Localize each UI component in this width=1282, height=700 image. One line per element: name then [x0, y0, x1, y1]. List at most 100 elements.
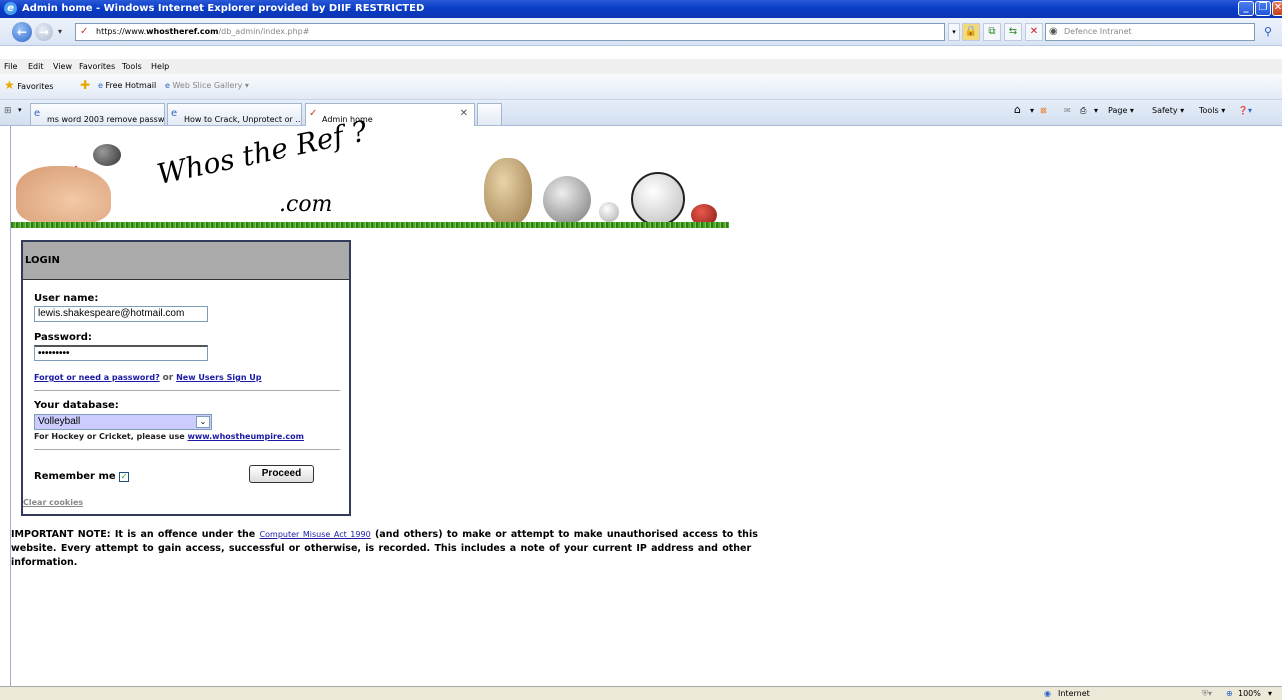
hand-image [16, 166, 111, 224]
whistle-image [93, 144, 121, 166]
window-title-bar: e Admin home - Windows Internet Explorer… [0, 0, 1282, 18]
whostheumpire-link[interactable]: www.whostheumpire.com [187, 432, 303, 441]
password-label: Password: [34, 332, 92, 343]
football-image [631, 172, 685, 226]
remember-me-checkbox[interactable]: ✓ [119, 472, 129, 482]
site-logo-domain: .com [279, 192, 333, 217]
site-logo-text: Whos the Ref ? [154, 114, 370, 191]
back-button[interactable]: ← [12, 22, 32, 42]
favorites-star-icon: ★ [4, 78, 15, 92]
url-host: whostheref.com [146, 27, 219, 36]
lock-icon[interactable]: 🔒 [962, 23, 980, 41]
menu-file[interactable]: File [4, 59, 17, 74]
compatibility-icon[interactable]: ⧉ [983, 23, 1001, 41]
forward-button[interactable]: → [35, 23, 53, 41]
tab-how-to-crack[interactable]: e How to Crack, Unprotect or ... [167, 103, 302, 125]
address-bar[interactable]: ✓ https://www.whostheref.com/db_admin/in… [75, 23, 945, 41]
fav-item-label: Free Hotmail [105, 81, 157, 90]
password-field[interactable]: ••••••••• [34, 345, 208, 361]
address-toolbar: ← → ▾ ✓ https://www.whostheref.com/db_ad… [0, 18, 1282, 46]
close-tab-icon[interactable]: ✕ [460, 104, 468, 124]
fav-item-web-slice[interactable]: e Web Slice Gallery ▾ [165, 81, 249, 90]
recent-pages-dropdown[interactable]: ▾ [58, 27, 62, 36]
safety-menu-button[interactable]: Safety ▾ [1152, 106, 1184, 115]
address-dropdown-icon[interactable]: ▾ [948, 23, 960, 41]
tab-label: ms word 2003 remove passw... [47, 115, 165, 124]
menu-help[interactable]: Help [151, 59, 169, 74]
proceed-button[interactable]: Proceed [249, 465, 314, 483]
menu-edit[interactable]: Edit [28, 59, 44, 74]
computer-misuse-act-link[interactable]: Computer Misuse Act 1990 [260, 530, 371, 539]
ie-logo-icon: e [4, 2, 17, 15]
search-input[interactable]: ◉ Defence Intranet [1045, 23, 1255, 41]
hockey-note: For Hockey or Cricket, please use www.wh… [34, 432, 304, 441]
quick-tabs-icon[interactable]: ⊞ [4, 106, 12, 116]
protected-mode-icon[interactable]: ⛨▾ [1202, 687, 1212, 700]
forgot-password-link[interactable]: Forgot or need a password? [34, 373, 160, 382]
tools-menu-button[interactable]: Tools ▾ [1199, 106, 1225, 115]
status-bar: ◉ Internet ⛨▾ ⊕ 100% ▾ [0, 686, 1282, 700]
database-label: Your database: [34, 400, 119, 411]
site-banner: Whos the Ref ? .com [11, 114, 729, 230]
tab-list-dropdown[interactable]: ▾ [18, 106, 22, 114]
divider [34, 449, 340, 450]
signup-link[interactable]: New Users Sign Up [176, 373, 261, 382]
username-label: User name: [34, 293, 99, 304]
page-content: Whos the Ref ? .com LOGIN User name: lew… [10, 114, 1282, 686]
favorites-bar: ★ Favorites ✚ e Free Hotmail e Web Slice… [0, 74, 1282, 100]
feeds-icon[interactable]: ⊠ [1040, 106, 1047, 115]
hockey-ball-image [599, 202, 619, 222]
window-title: Admin home - Windows Internet Explorer p… [22, 3, 425, 14]
menu-tools[interactable]: Tools [122, 59, 142, 74]
note-prefix: IMPORTANT NOTE: It is an offence under t… [11, 529, 256, 540]
zone-label: Internet [1058, 689, 1090, 698]
login-header: LOGIN [23, 242, 349, 280]
rugby-ball-image [484, 158, 532, 226]
stop-icon[interactable]: ✕ [1025, 23, 1043, 41]
home-icon[interactable]: ⌂ [1014, 103, 1021, 116]
url-protocol: https://www. [96, 27, 147, 36]
print-icon[interactable]: ⎙ [1080, 106, 1086, 116]
menu-favorites[interactable]: Favorites [79, 59, 115, 74]
page-menu-button[interactable]: Page ▾ [1108, 106, 1134, 115]
ie-page-icon: e [165, 81, 170, 90]
netball-image [543, 176, 591, 224]
url-path: /db_admin/index.php# [218, 27, 310, 36]
favorites-label: Favorites [17, 82, 54, 91]
ie-page-icon: e [98, 81, 103, 90]
zoom-dropdown[interactable]: ▾ [1268, 687, 1272, 700]
zoom-level[interactable]: 100% [1238, 687, 1261, 700]
database-select[interactable]: Volleyball ⌄ [34, 414, 212, 430]
username-field[interactable]: lewis.shakespeare@hotmail.com [34, 306, 208, 322]
grass-strip [11, 222, 729, 228]
close-button[interactable]: ✕ [1272, 1, 1282, 16]
site-favicon: ✓ [309, 108, 318, 119]
help-icon[interactable]: ❓▾ [1238, 106, 1252, 115]
new-tab-button[interactable] [477, 103, 502, 125]
minimize-button[interactable]: _ [1238, 1, 1254, 16]
refresh-icon[interactable]: ⇆ [1004, 23, 1022, 41]
print-dropdown[interactable]: ▾ [1094, 106, 1098, 115]
clear-cookies-link[interactable]: Clear cookies [23, 498, 83, 507]
search-placeholder: Defence Intranet [1064, 27, 1132, 36]
fav-item-label: Web Slice Gallery ▾ [172, 81, 249, 90]
important-note: IMPORTANT NOTE: It is an offence under t… [11, 528, 801, 570]
tab-ms-word[interactable]: e ms word 2003 remove passw... [30, 103, 165, 125]
home-dropdown[interactable]: ▾ [1030, 106, 1034, 115]
zoom-icon[interactable]: ⊕ [1226, 687, 1233, 700]
add-favorite-icon[interactable]: ✚ [80, 78, 90, 92]
search-icon[interactable]: ⚲ [1258, 23, 1278, 41]
database-selected-value: Volleyball [38, 416, 81, 427]
tab-bar: ⊞ ▾ e ms word 2003 remove passw... e How t… [0, 100, 1282, 126]
site-favicon: ✓ [80, 26, 89, 37]
fav-item-hotmail[interactable]: e Free Hotmail [98, 81, 156, 90]
menu-bar: File Edit View Favorites Tools Help [0, 59, 1282, 74]
remember-me-label: Remember me [34, 471, 116, 482]
ie-page-icon: e [34, 108, 41, 119]
menu-view[interactable]: View [53, 59, 72, 74]
mail-icon[interactable]: ✉ [1064, 106, 1071, 115]
chevron-down-icon: ⌄ [196, 416, 210, 428]
search-provider-icon: ◉ [1049, 26, 1058, 37]
restore-button[interactable]: ❐ [1255, 1, 1271, 16]
favorites-button[interactable]: ★ Favorites [4, 78, 53, 92]
